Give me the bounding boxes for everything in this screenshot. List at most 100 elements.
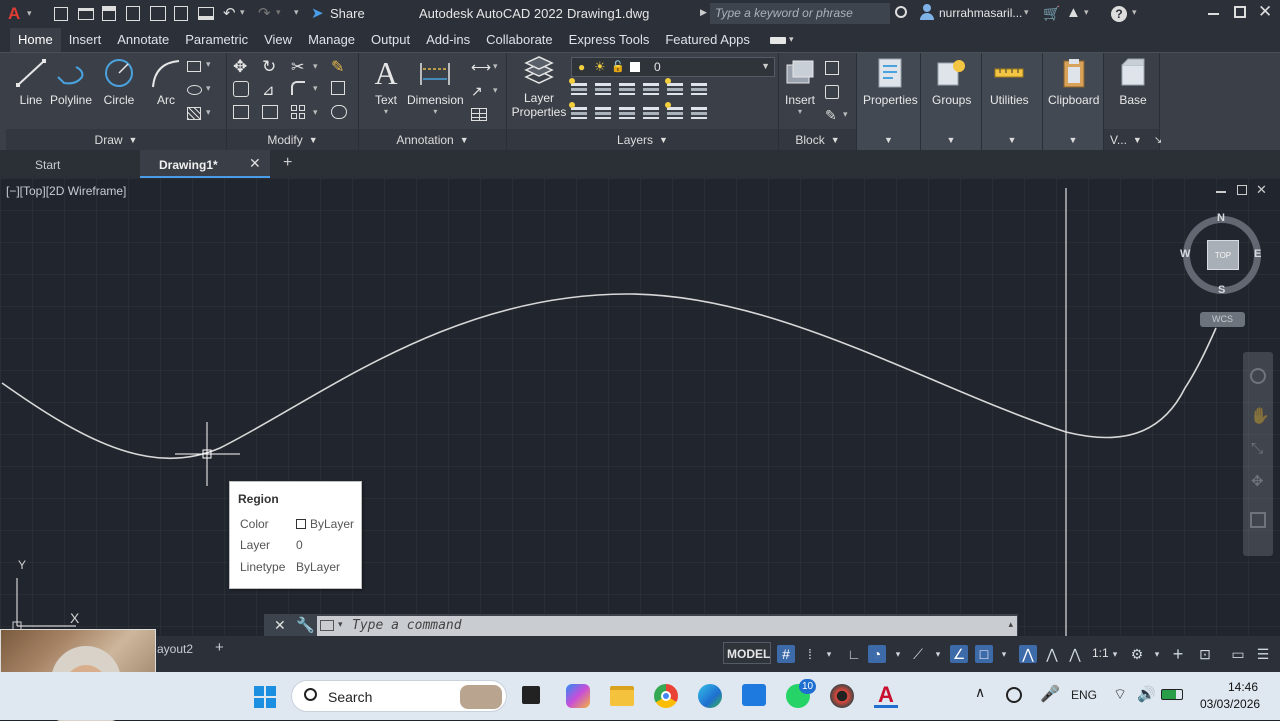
autocad-taskbar-icon[interactable]: A <box>874 682 898 708</box>
text-button[interactable]: A Text ▾ <box>369 55 403 117</box>
offset-icon[interactable] <box>331 105 347 119</box>
ribbon-tab-view[interactable]: View <box>256 28 300 52</box>
microsoft-store-icon[interactable] <box>742 684 766 706</box>
microphone-icon[interactable]: 🎤 <box>1040 684 1060 704</box>
pan-hand-icon[interactable]: ✋ <box>1250 406 1270 426</box>
language-indicator[interactable]: ENG <box>1071 688 1097 702</box>
snap-mode-icon[interactable]: ⁞ <box>801 645 819 663</box>
command-input[interactable]: ▾ Type a command ▴ <box>317 616 1017 636</box>
hatch-icon[interactable] <box>187 107 201 120</box>
layer-tool-icon[interactable] <box>643 105 659 119</box>
snap-chevron-icon[interactable]: ▾ <box>820 645 838 663</box>
linear-dim-chevron-icon[interactable]: ▾ <box>493 61 498 72</box>
file-explorer-icon[interactable] <box>610 686 634 706</box>
layer-dropdown[interactable]: ● ☀ 🔓 0 ▼ <box>571 57 775 77</box>
rotate-icon[interactable]: ↻ <box>262 57 276 77</box>
search-icon[interactable] <box>895 6 907 18</box>
dimension-button[interactable]: Dimension ▾ <box>407 57 464 116</box>
polar-tracking-icon[interactable]: ◔ <box>868 645 886 663</box>
share-icon[interactable]: ➤ <box>311 4 324 22</box>
share-button[interactable]: Share <box>330 6 365 21</box>
insert-button[interactable]: Insert ▾ <box>783 57 817 116</box>
isodraft-icon[interactable]: ⟋ <box>909 645 927 663</box>
undo-icon[interactable]: ↶ <box>223 4 236 22</box>
show-hidden-icons-icon[interactable]: ∧ <box>975 684 985 701</box>
open-folder-icon[interactable] <box>78 8 94 20</box>
layer-tool-icon[interactable] <box>643 81 659 95</box>
erase-icon[interactable]: ✎ <box>331 57 344 77</box>
modify-panel-title[interactable]: Modify ▼ <box>227 129 358 151</box>
grid-toggle-icon[interactable]: # <box>777 645 795 663</box>
trim-icon[interactable]: ✂ <box>291 57 304 77</box>
ribbon-tab-parametric[interactable]: Parametric <box>177 28 256 52</box>
layer-tool-icon[interactable] <box>619 81 635 95</box>
close-window-icon[interactable]: ✕ <box>1258 2 1272 22</box>
ribbon-toggle-chevron-icon[interactable]: ▾ <box>789 34 794 45</box>
edge-icon[interactable] <box>698 684 722 708</box>
explode-icon[interactable] <box>331 81 345 95</box>
leader-icon[interactable]: ↗ <box>471 83 483 100</box>
ribbon-tab-add-ins[interactable]: Add-ins <box>418 28 478 52</box>
create-block-icon[interactable] <box>825 61 839 75</box>
close-command-line-icon[interactable]: ✕ <box>274 617 286 634</box>
new-tab-icon[interactable]: + <box>283 154 292 172</box>
customize-wrench-icon[interactable]: 🔧 <box>296 616 315 634</box>
plot-icon[interactable] <box>198 7 214 20</box>
object-snap-chevron-icon[interactable]: ▾ <box>995 645 1013 663</box>
move-icon[interactable]: ✥ <box>233 57 247 77</box>
command-up-chevron-icon[interactable]: ▴ <box>1008 619 1013 630</box>
taskbar-search-box[interactable]: Search <box>291 680 507 712</box>
app-chevron-icon[interactable]: ▾ <box>1084 7 1089 18</box>
start-tab[interactable]: Start <box>0 150 140 178</box>
windows-start-icon[interactable] <box>254 686 276 708</box>
units-icon[interactable]: ⊡ <box>1196 645 1214 663</box>
zoom-extents-icon[interactable]: ⤡ <box>1251 440 1263 457</box>
annotation-monitor-icon[interactable]: + <box>1169 644 1187 664</box>
layer-tool-icon[interactable] <box>619 105 635 119</box>
meet-now-icon[interactable] <box>1006 687 1022 703</box>
stretch-icon[interactable] <box>233 105 249 119</box>
clock-time[interactable]: 14:46 <box>1228 680 1258 694</box>
search-input[interactable]: Type a keyword or phrase <box>710 3 890 24</box>
viewcube-south-label[interactable]: S <box>1218 284 1225 296</box>
save-as-icon[interactable] <box>126 6 140 21</box>
viewcube-west-label[interactable]: W <box>1180 248 1190 260</box>
utilities-panel[interactable]: Utilities ▼ <box>982 53 1043 151</box>
rectangle-chevron-icon[interactable]: ▾ <box>206 59 211 70</box>
maximize-icon[interactable] <box>1234 6 1246 18</box>
layer-tool-icon[interactable] <box>665 78 683 95</box>
ribbon-tab-collaborate[interactable]: Collaborate <box>478 28 561 52</box>
arc-button[interactable]: Arc <box>149 57 183 107</box>
table-icon[interactable] <box>471 108 487 121</box>
minimize-icon[interactable] <box>1208 13 1219 15</box>
redo-chevron-icon[interactable]: ▾ <box>276 7 281 18</box>
help-chevron-icon[interactable]: ▾ <box>1132 7 1137 18</box>
battery-icon[interactable] <box>1161 689 1183 700</box>
viewcube-north-label[interactable]: N <box>1217 212 1225 224</box>
layer-tool-icon[interactable] <box>691 105 707 119</box>
redo-icon[interactable]: ↷ <box>258 4 271 22</box>
copy-icon[interactable] <box>233 81 249 97</box>
linear-dim-icon[interactable]: ⟷ <box>471 59 491 76</box>
edit-attributes-icon[interactable]: ✎ <box>825 107 837 124</box>
edit-attributes-chevron-icon[interactable]: ▾ <box>843 109 848 120</box>
rectangle-icon[interactable] <box>187 61 201 72</box>
ribbon-tab-insert[interactable]: Insert <box>61 28 110 52</box>
open-web-icon[interactable] <box>150 6 166 21</box>
fillet-chevron-icon[interactable]: ▾ <box>313 83 318 94</box>
new-file-icon[interactable] <box>54 7 68 21</box>
autodesk-app-icon[interactable]: ▲ <box>1066 4 1081 21</box>
clipboard-panel[interactable]: Clipboard ▼ <box>1043 53 1104 151</box>
circle-button[interactable]: Circle <box>102 57 136 107</box>
clock-date[interactable]: 03/03/2026 <box>1200 697 1260 711</box>
ribbon-tab-express-tools[interactable]: Express Tools <box>561 28 658 52</box>
undo-chevron-icon[interactable]: ▾ <box>240 7 245 18</box>
object-snap-tracking-icon[interactable]: ∠ <box>950 645 968 663</box>
ribbon-tab-featured-apps[interactable]: Featured Apps <box>657 28 758 52</box>
object-snap-icon[interactable]: □ <box>975 645 993 663</box>
annotation-scale-icon[interactable]: ⋀ <box>1066 645 1084 663</box>
layers-panel-title[interactable]: Layers ▼ <box>507 129 778 151</box>
layer-tool-icon[interactable] <box>691 81 707 95</box>
ortho-mode-icon[interactable]: ∟ <box>845 645 863 663</box>
customization-menu-icon[interactable]: ☰ <box>1254 645 1272 663</box>
